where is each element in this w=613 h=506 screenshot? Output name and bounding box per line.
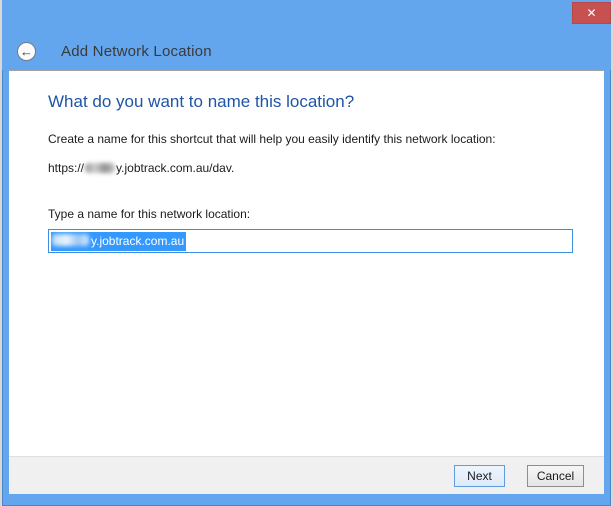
back-arrow-icon: ←: [20, 44, 33, 60]
next-button[interactable]: Next: [454, 465, 505, 487]
wizard-content: What do you want to name this location? …: [9, 71, 604, 456]
wizard-footer: Next Cancel: [9, 456, 604, 494]
cancel-button-label: Cancel: [537, 469, 574, 483]
location-name-input[interactable]: y.jobtrack.com.au: [48, 229, 573, 253]
redacted-subdomain-blur: [85, 163, 115, 173]
add-network-location-window: ✕ ← Add Network Location What do you wan…: [2, 0, 611, 506]
page-heading: What do you want to name this location?: [48, 92, 573, 112]
close-icon: ✕: [586, 6, 596, 20]
input-label: Type a name for this network location:: [48, 207, 573, 221]
close-button[interactable]: ✕: [572, 2, 611, 24]
titlebar: ✕ ← Add Network Location: [2, 0, 611, 70]
cancel-button[interactable]: Cancel: [527, 465, 584, 487]
next-button-label: Next: [467, 469, 492, 483]
description-text: Create a name for this shortcut that wil…: [48, 132, 573, 146]
url-suffix: y.jobtrack.com.au/dav.: [116, 161, 234, 175]
back-button[interactable]: ←: [17, 42, 36, 61]
network-location-url: https:// y.jobtrack.com.au/dav.: [48, 161, 573, 175]
redacted-name-blur: [52, 234, 89, 246]
selected-input-text: y.jobtrack.com.au: [51, 232, 186, 251]
wizard-client-area: What do you want to name this location? …: [9, 70, 604, 494]
input-value-visible: y.jobtrack.com.au: [91, 234, 184, 248]
url-prefix: https://: [48, 161, 84, 175]
window-title: Add Network Location: [61, 43, 212, 60]
